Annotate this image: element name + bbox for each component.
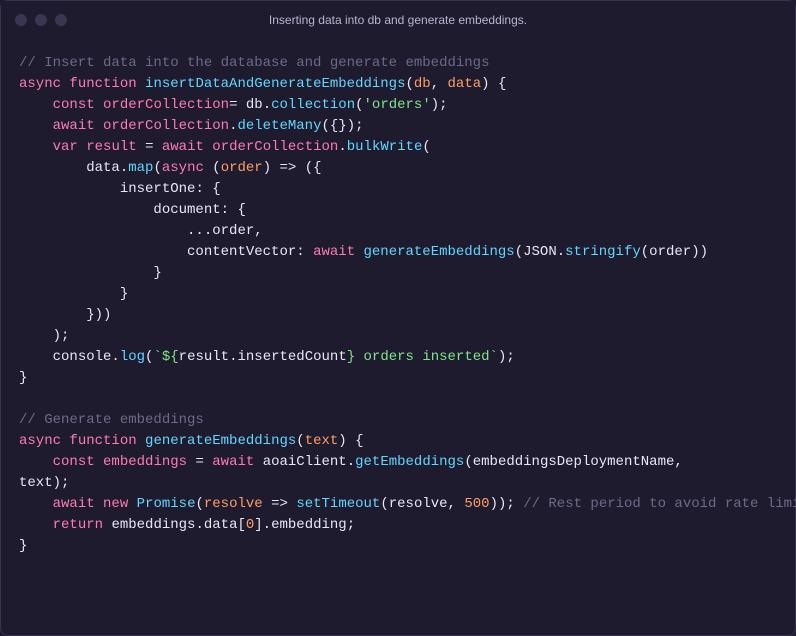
keyword-new: new <box>103 496 128 512</box>
keyword-async: async <box>162 160 204 176</box>
identifier: order <box>649 244 691 260</box>
method-call: map <box>128 160 153 176</box>
identifier: text <box>19 475 53 491</box>
window-titlebar: Inserting data into db and generate embe… <box>1 1 795 39</box>
window-title: Inserting data into db and generate embe… <box>269 11 527 29</box>
identifier: console <box>53 349 112 365</box>
keyword-await: await <box>53 496 95 512</box>
keyword-await: await <box>212 454 254 470</box>
keyword-function: function <box>69 76 136 92</box>
string-literal: 'orders' <box>364 97 431 113</box>
identifier: aoaiClient <box>263 454 347 470</box>
method-call: stringify <box>565 244 641 260</box>
code-content: // Insert data into the database and gen… <box>1 39 795 571</box>
keyword-return: return <box>53 517 103 533</box>
method-call: bulkWrite <box>347 139 423 155</box>
identifier: embeddingsDeploymentName <box>473 454 675 470</box>
identifier: orderCollection <box>103 118 229 134</box>
param: text <box>305 433 339 449</box>
property: insertOne <box>120 181 196 197</box>
identifier: embeddings <box>103 454 187 470</box>
keyword-await: await <box>162 139 204 155</box>
keyword-const: const <box>53 97 95 113</box>
identifier: result <box>179 349 229 365</box>
property: data <box>204 517 238 533</box>
method-call: deleteMany <box>237 118 321 134</box>
code-comment: // Insert data into the database and gen… <box>19 55 489 71</box>
keyword-await: await <box>53 118 95 134</box>
method-call: getEmbeddings <box>355 454 464 470</box>
keyword-await: await <box>313 244 355 260</box>
keyword-function: function <box>69 433 136 449</box>
arrow: => <box>271 496 288 512</box>
function-call: setTimeout <box>296 496 380 512</box>
method-call: collection <box>271 97 355 113</box>
maximize-button[interactable] <box>55 14 67 26</box>
method-call: log <box>120 349 145 365</box>
arrow: => <box>280 160 297 176</box>
traffic-lights <box>15 14 67 26</box>
template-literal: `${ <box>153 349 178 365</box>
identifier: resolve <box>389 496 448 512</box>
code-comment: // Rest period to avoid rate limiting on… <box>523 496 796 512</box>
param: data <box>448 76 482 92</box>
property: insertedCount <box>238 349 347 365</box>
number-literal: 500 <box>464 496 489 512</box>
param: order <box>221 160 263 176</box>
minimize-button[interactable] <box>35 14 47 26</box>
keyword-async: async <box>19 433 61 449</box>
param: db <box>414 76 431 92</box>
identifier: orderCollection <box>103 97 229 113</box>
property: document <box>153 202 220 218</box>
identifier: order <box>212 223 254 239</box>
code-comment: // Generate embeddings <box>19 412 204 428</box>
function-name: generateEmbeddings <box>145 433 296 449</box>
identifier: embeddings <box>111 517 195 533</box>
template-literal: } orders inserted` <box>347 349 498 365</box>
keyword-async: async <box>19 76 61 92</box>
keyword-var: var <box>53 139 78 155</box>
identifier: orderCollection <box>212 139 338 155</box>
close-button[interactable] <box>15 14 27 26</box>
identifier: data <box>86 160 120 176</box>
identifier: db <box>246 97 263 113</box>
keyword-const: const <box>53 454 95 470</box>
identifier: result <box>86 139 136 155</box>
function-call: generateEmbeddings <box>363 244 514 260</box>
param: resolve <box>204 496 263 512</box>
property: contentVector <box>187 244 296 260</box>
function-name: insertDataAndGenerateEmbeddings <box>145 76 405 92</box>
property: embedding <box>271 517 347 533</box>
identifier: JSON <box>523 244 557 260</box>
class-name: Promise <box>137 496 196 512</box>
